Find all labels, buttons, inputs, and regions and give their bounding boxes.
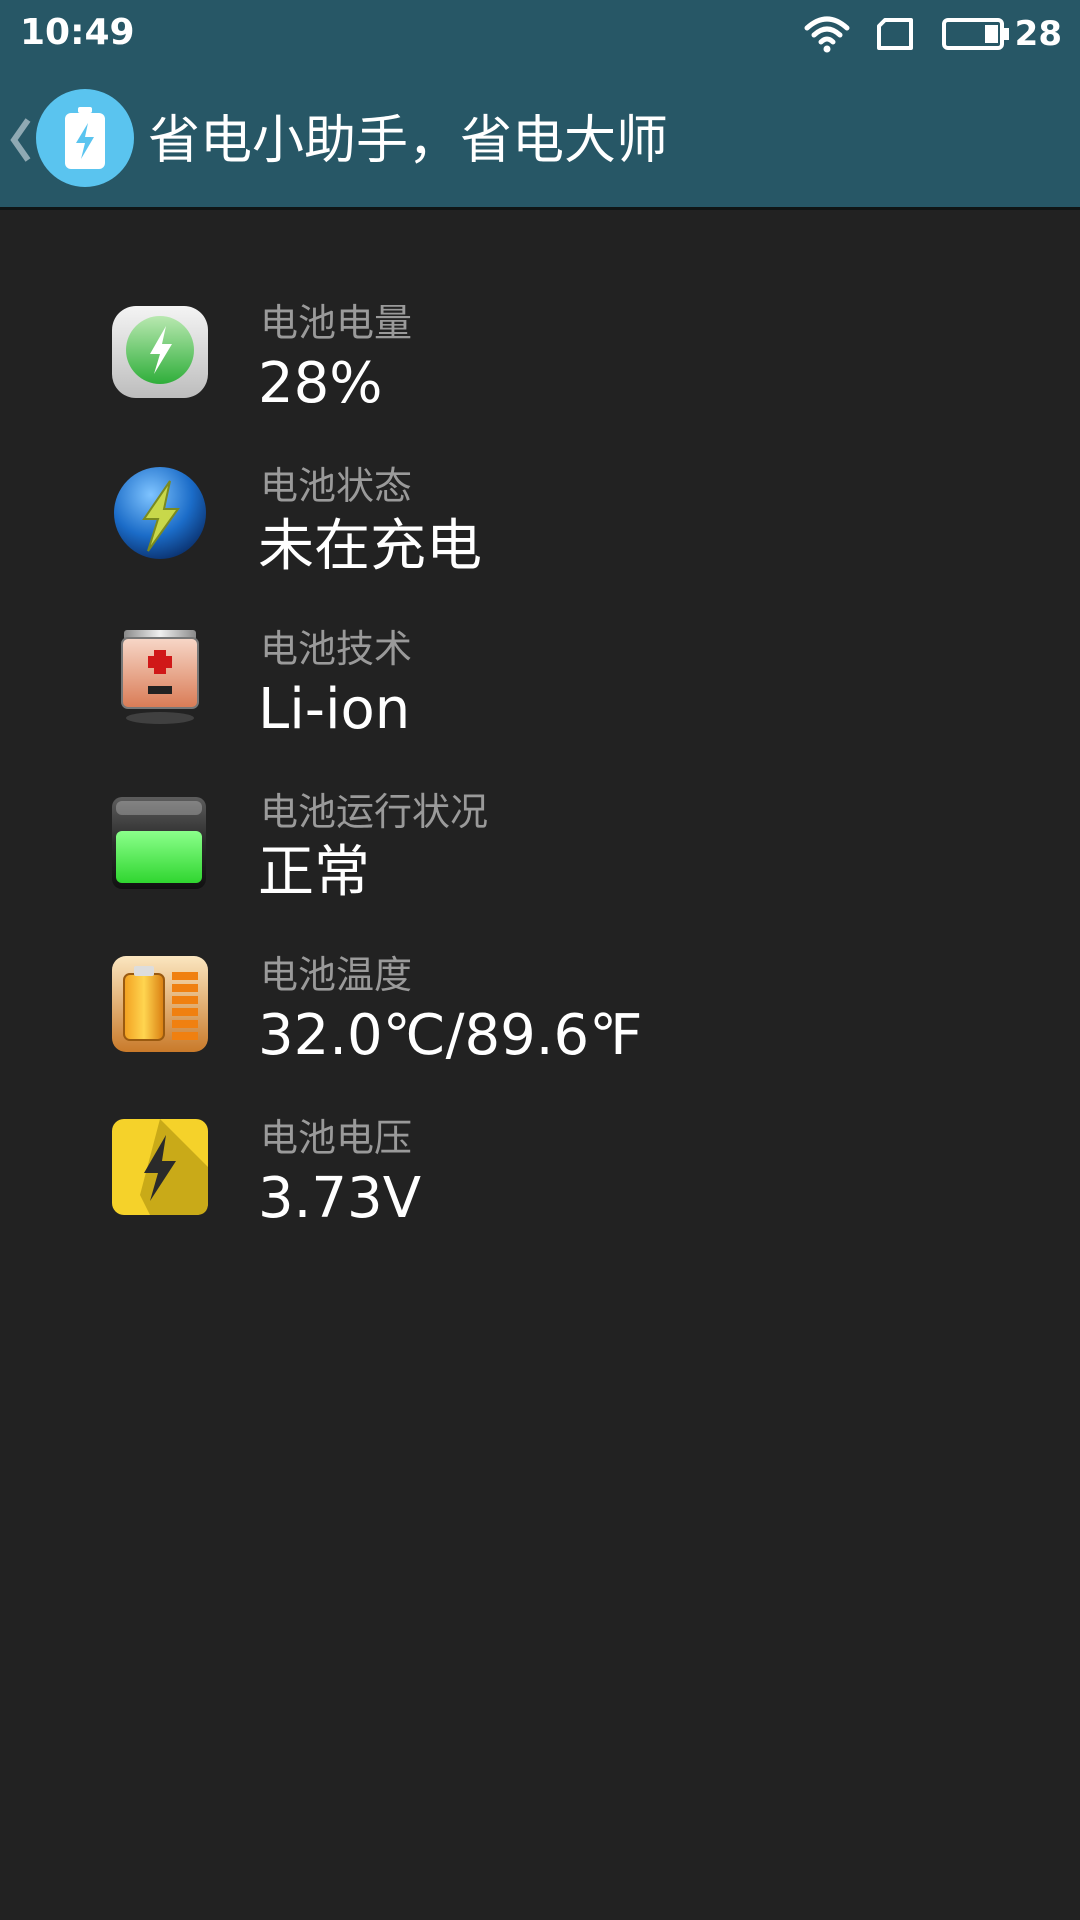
list-item-battery-level: 电池电量 28% [0,292,1080,455]
list-item-battery-health: 电池运行状况 正常 [0,781,1080,944]
battery-charge-icon [65,107,105,169]
status-time: 10:49 [20,12,135,53]
list-item-battery-technology: 电池技术 Li-ion [0,618,1080,781]
status-bar: 10:49 28 [0,0,1080,70]
list-item-battery-status: 电池状态 未在充电 [0,455,1080,618]
voltage-bolt-icon [112,1119,208,1215]
row-label: 电池电压 [260,1116,413,1160]
battery-icon [941,18,1009,50]
row-value: 3.73V [258,1166,421,1231]
row-label: 电池电量 [260,301,413,345]
sim-card-icon [876,18,913,50]
battery-cell-icon [121,630,199,724]
row-label: 电池运行状况 [260,790,489,834]
battery-level-icon [112,306,208,398]
battery-level-text: 28 [1014,14,1062,54]
battery-status: 28 [941,14,1062,54]
row-value: 未在充电 [258,514,482,579]
back-button[interactable] [8,114,38,166]
row-value: 正常 [258,840,370,905]
row-value: 32.0℃/89.6℉ [258,1003,643,1068]
lightning-orb-icon [114,467,206,559]
battery-health-icon [112,797,206,889]
list-item-battery-temperature: 电池温度 32.0℃/89.6℉ [0,944,1080,1107]
app-bar: 省电小助手，省电大师 [0,70,1080,210]
row-value: Li-ion [258,677,411,742]
temperature-battery-icon [112,956,208,1052]
app-title: 省电小助手，省电大师 [148,111,669,171]
battery-info-list: 电池电量 28% 电池状态 未在充电 电池技术 Li-ion 电池运行状况 正常… [0,292,1080,1270]
row-label: 电池技术 [260,627,413,671]
list-item-battery-voltage: 电池电压 3.73V [0,1107,1080,1270]
wifi-icon [804,16,850,53]
row-label: 电池温度 [260,953,413,997]
row-value: 28% [258,351,383,416]
row-label: 电池状态 [260,464,413,508]
chevron-left-icon [10,118,31,162]
app-logo[interactable] [36,89,134,187]
status-icons: 28 [803,12,1062,56]
